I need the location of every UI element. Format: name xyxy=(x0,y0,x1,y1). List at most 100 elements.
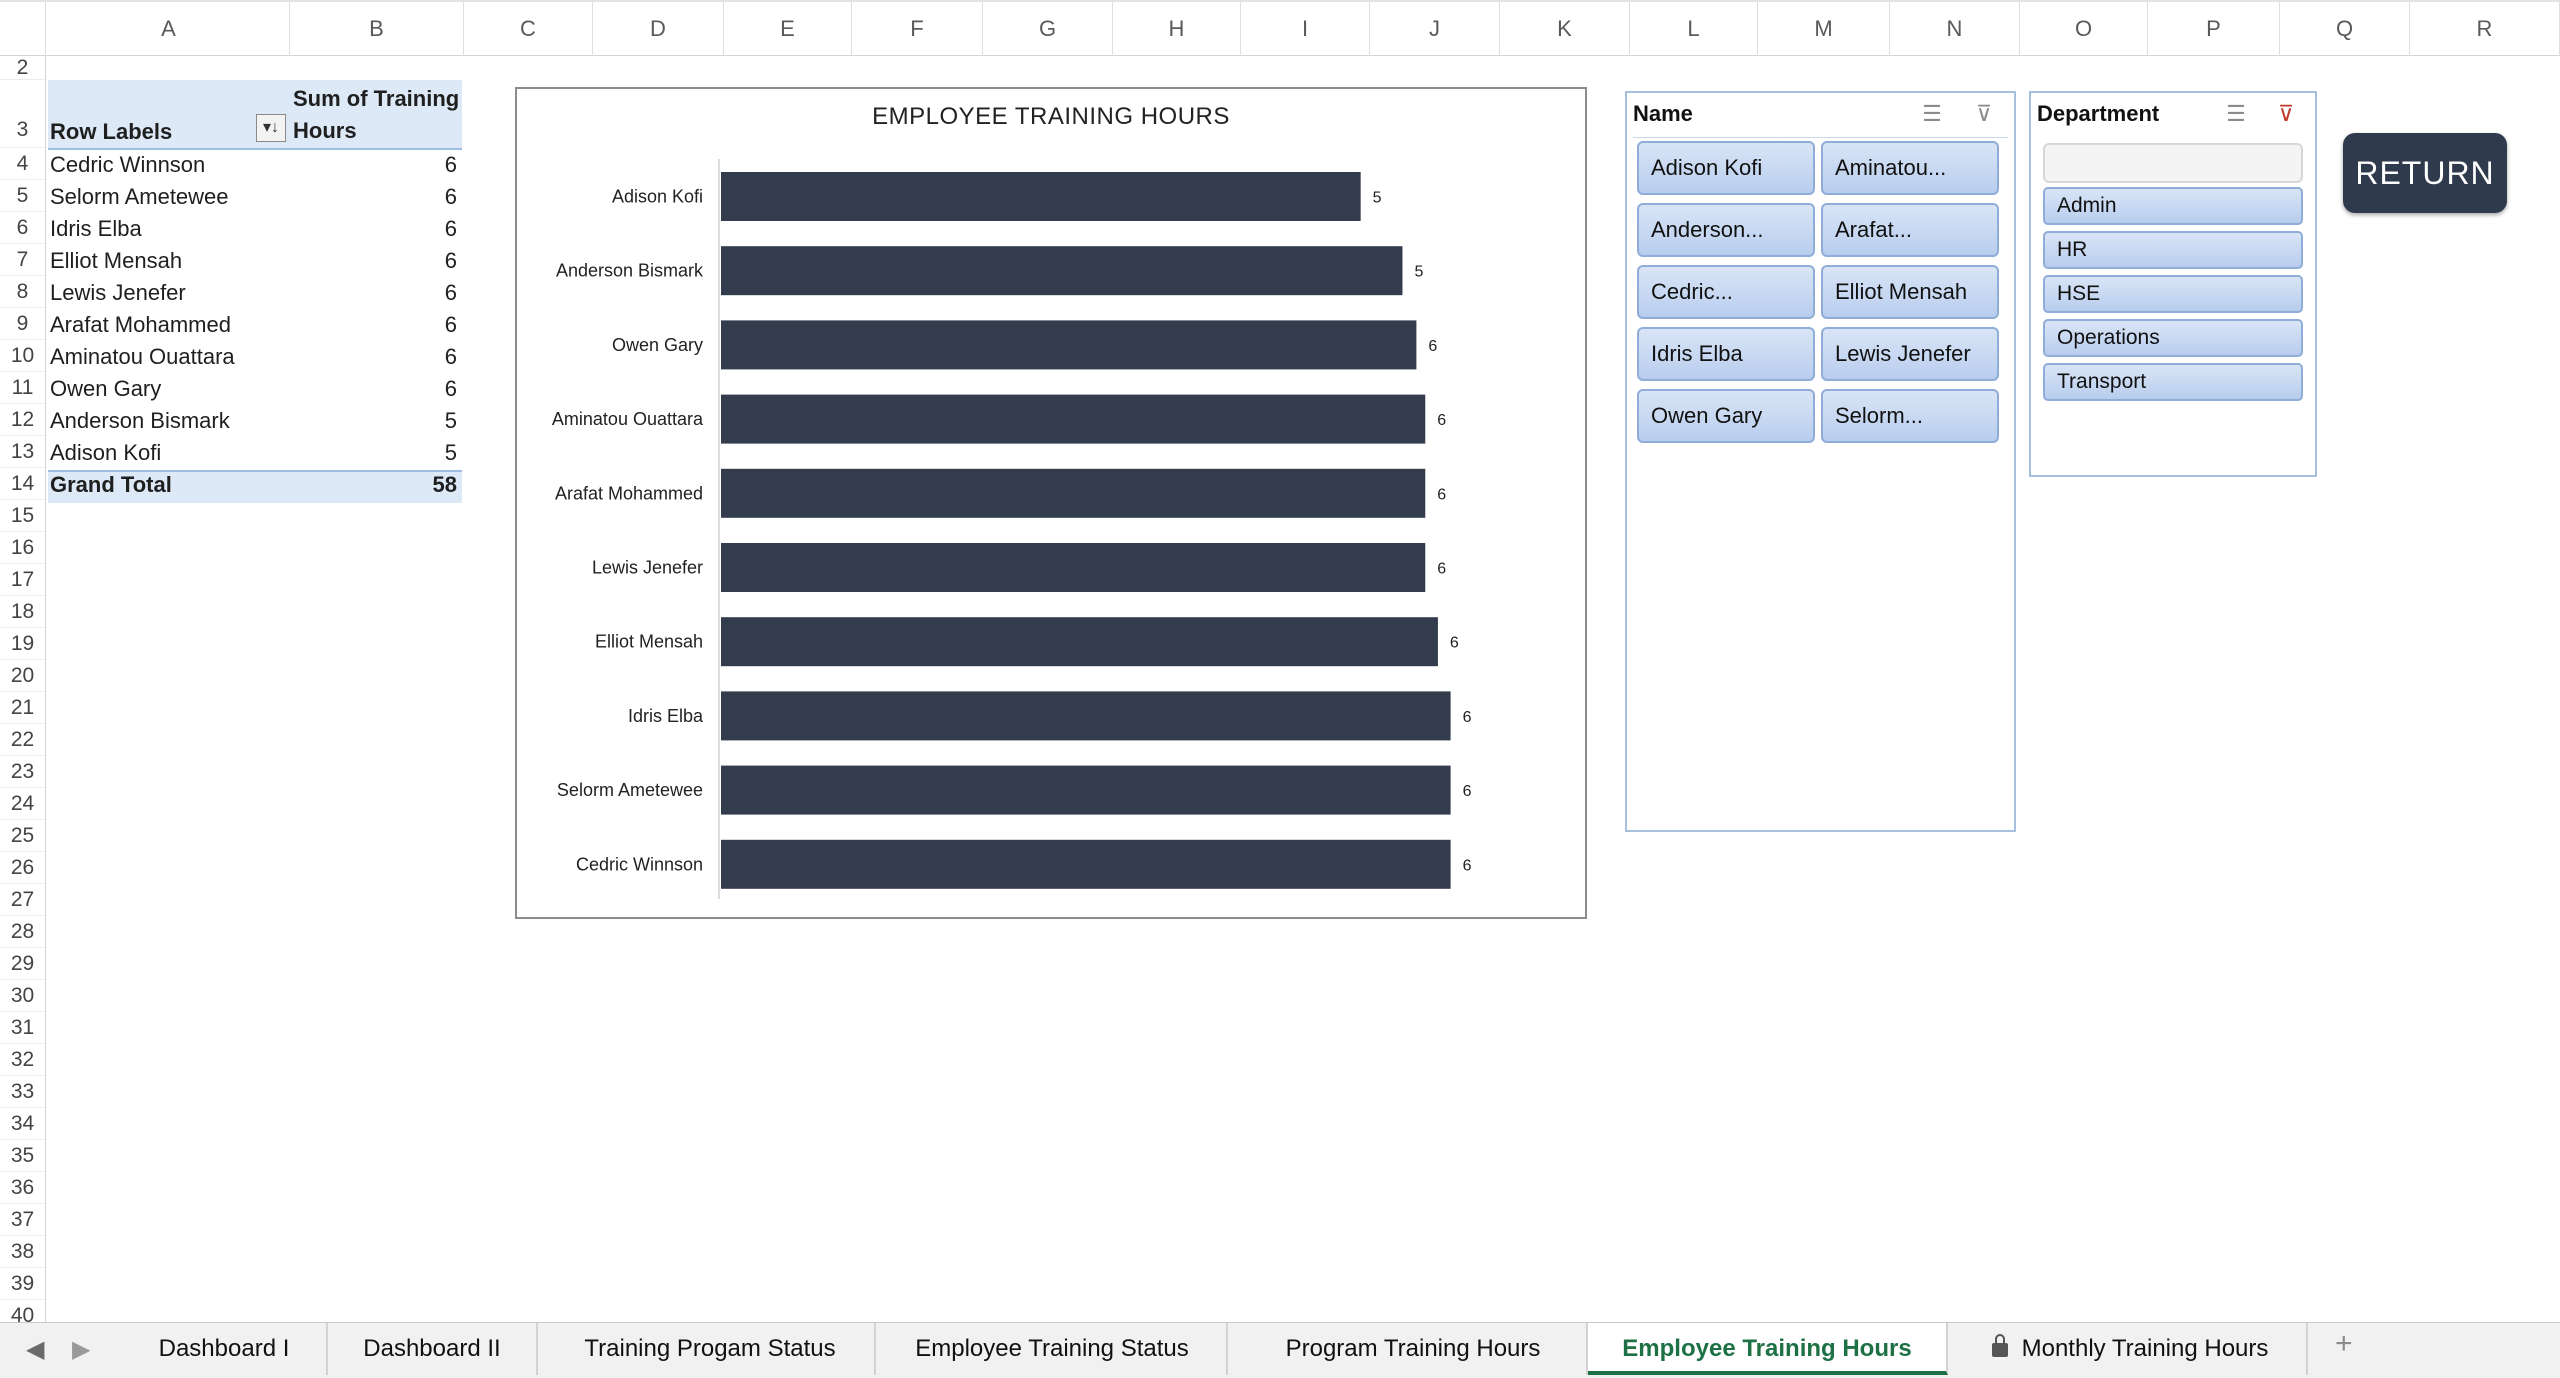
pivot-row-label[interactable]: Lewis Jenefer xyxy=(50,280,186,306)
name-slicer-item[interactable]: Adison Kofi xyxy=(1637,141,1815,195)
sheet-tab[interactable]: Monthly Training Hours xyxy=(1954,1323,2308,1375)
sheet-tab[interactable]: Dashboard I xyxy=(122,1323,328,1375)
chart-bar[interactable] xyxy=(721,691,1451,741)
row-header-14[interactable]: 14 xyxy=(0,468,45,500)
chart-bar[interactable] xyxy=(721,765,1451,815)
name-slicer-item[interactable]: Owen Gary xyxy=(1637,389,1815,443)
pivot-grand-total-label[interactable]: Grand Total xyxy=(50,472,172,498)
column-header-i[interactable]: I xyxy=(1241,2,1370,56)
name-slicer[interactable]: Name ☰ ⊽ Adison Kofi Aminatou... Anderson.… xyxy=(1625,91,2016,832)
row-header-20[interactable]: 20 xyxy=(0,660,45,692)
sheet-tab[interactable]: Training Progam Status xyxy=(546,1323,876,1375)
row-header-36[interactable]: 36 xyxy=(0,1172,45,1204)
column-header-m[interactable]: M xyxy=(1758,2,1890,56)
row-header-25[interactable]: 25 xyxy=(0,820,45,852)
pivot-row-value[interactable]: 6 xyxy=(377,152,457,178)
chart-bar[interactable] xyxy=(721,246,1403,296)
row-header-35[interactable]: 35 xyxy=(0,1140,45,1172)
department-slicer-item[interactable]: Operations xyxy=(2043,319,2303,357)
row-header-2[interactable]: 2 xyxy=(0,56,45,80)
row-header-4[interactable]: 4 xyxy=(0,148,45,180)
name-slicer-item[interactable]: Selorm... xyxy=(1821,389,1999,443)
row-header-3[interactable]: 3 xyxy=(0,80,45,148)
row-header-10[interactable]: 10 xyxy=(0,340,45,372)
column-header-p[interactable]: P xyxy=(2148,2,2280,56)
row-header-32[interactable]: 32 xyxy=(0,1044,45,1076)
row-header-30[interactable]: 30 xyxy=(0,980,45,1012)
sheet-tab[interactable]: Program Training Hours xyxy=(1240,1323,1588,1375)
row-header-33[interactable]: 33 xyxy=(0,1076,45,1108)
name-slicer-item[interactable]: Anderson... xyxy=(1637,203,1815,257)
pivot-row-value[interactable]: 5 xyxy=(377,440,457,466)
pivot-row-value[interactable]: 6 xyxy=(377,280,457,306)
column-header-c[interactable]: C xyxy=(464,2,593,56)
pivot-value-header-line1[interactable]: Sum of Training xyxy=(293,86,459,112)
column-header-g[interactable]: G xyxy=(983,2,1113,56)
row-header-5[interactable]: 5 xyxy=(0,180,45,212)
name-slicer-item[interactable]: Cedric... xyxy=(1637,265,1815,319)
chart-bar[interactable] xyxy=(721,468,1426,518)
row-header-34[interactable]: 34 xyxy=(0,1108,45,1140)
add-sheet-button[interactable]: + xyxy=(2335,1327,2353,1361)
column-header-r[interactable]: R xyxy=(2410,2,2560,56)
department-slicer-item[interactable]: HR xyxy=(2043,231,2303,269)
pivot-row-label[interactable]: Arafat Mohammed xyxy=(50,312,231,338)
row-header-24[interactable]: 24 xyxy=(0,788,45,820)
employee-training-hours-chart[interactable]: EMPLOYEE TRAINING HOURS Adison Kofi 5 Ande… xyxy=(515,87,1587,919)
pivot-row-label[interactable]: Anderson Bismark xyxy=(50,408,230,434)
department-slicer-item[interactable]: HSE xyxy=(2043,275,2303,313)
multi-select-icon[interactable]: ☰ xyxy=(2221,99,2251,129)
column-header-j[interactable]: J xyxy=(1370,2,1500,56)
pivot-row-value[interactable]: 6 xyxy=(377,184,457,210)
row-header-18[interactable]: 18 xyxy=(0,596,45,628)
next-sheet-arrow-icon[interactable]: ▶ xyxy=(72,1335,90,1364)
row-header-31[interactable]: 31 xyxy=(0,1012,45,1044)
chart-bar[interactable] xyxy=(721,172,1361,221)
row-header-37[interactable]: 37 xyxy=(0,1204,45,1236)
pivot-row-label[interactable]: Selorm Ametewee xyxy=(50,184,229,210)
sheet-tab[interactable]: Dashboard II xyxy=(328,1323,538,1375)
pivot-row-label[interactable]: Cedric Winnson xyxy=(50,152,205,178)
column-header-n[interactable]: N xyxy=(1890,2,2020,56)
return-button[interactable]: RETURN xyxy=(2343,133,2507,213)
department-slicer-item[interactable]: Transport xyxy=(2043,363,2303,401)
pivot-row-label[interactable]: Idris Elba xyxy=(50,216,142,242)
column-header-o[interactable]: O xyxy=(2020,2,2148,56)
row-header-21[interactable]: 21 xyxy=(0,692,45,724)
department-slicer-item[interactable]: Admin xyxy=(2043,187,2303,225)
pivot-value-header-line2[interactable]: Hours xyxy=(293,118,357,144)
column-header-q[interactable]: Q xyxy=(2280,2,2410,56)
name-slicer-item[interactable]: Elliot Mensah xyxy=(1821,265,1999,319)
select-all-corner[interactable] xyxy=(0,2,46,56)
column-header-e[interactable]: E xyxy=(724,2,852,56)
row-header-38[interactable]: 38 xyxy=(0,1236,45,1268)
prev-sheet-arrow-icon[interactable]: ◀ xyxy=(26,1335,44,1364)
row-header-39[interactable]: 39 xyxy=(0,1268,45,1300)
chart-bar[interactable] xyxy=(721,320,1417,370)
pivot-row-value[interactable]: 6 xyxy=(377,344,457,370)
clear-filter-icon[interactable]: ⊽ xyxy=(1969,99,1999,129)
row-header-16[interactable]: 16 xyxy=(0,532,45,564)
pivot-row-label[interactable]: Aminatou Ouattara xyxy=(50,344,235,370)
pivot-row-label[interactable]: Adison Kofi xyxy=(50,440,161,466)
row-header-7[interactable]: 7 xyxy=(0,244,45,276)
pivot-row-value[interactable]: 6 xyxy=(377,248,457,274)
chart-bar[interactable] xyxy=(721,617,1438,667)
name-slicer-item[interactable]: Arafat... xyxy=(1821,203,1999,257)
row-header-29[interactable]: 29 xyxy=(0,948,45,980)
column-header-f[interactable]: F xyxy=(852,2,983,56)
row-header-23[interactable]: 23 xyxy=(0,756,45,788)
pivot-row-label[interactable]: Elliot Mensah xyxy=(50,248,182,274)
chart-bar[interactable] xyxy=(721,543,1426,592)
column-header-b[interactable]: B xyxy=(290,2,464,56)
pivot-row-value[interactable]: 5 xyxy=(377,408,457,434)
pivot-row-value[interactable]: 6 xyxy=(377,216,457,242)
column-header-d[interactable]: D xyxy=(593,2,724,56)
row-labels-filter-button[interactable]: ▾↓ xyxy=(256,114,286,142)
name-slicer-item[interactable]: Idris Elba xyxy=(1637,327,1815,381)
pivot-row-value[interactable]: 6 xyxy=(377,312,457,338)
column-header-a[interactable]: A xyxy=(48,2,290,56)
pivot-row-label[interactable]: Owen Gary xyxy=(50,376,161,402)
row-header-22[interactable]: 22 xyxy=(0,724,45,756)
row-header-15[interactable]: 15 xyxy=(0,500,45,532)
